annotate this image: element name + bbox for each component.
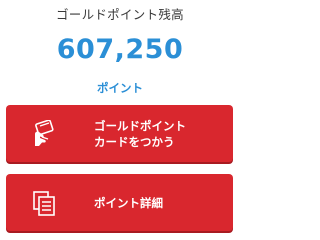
use-card-button-label: ゴールドポイント カードをつかう — [94, 118, 186, 150]
balance-title: ゴールドポイント残高 — [55, 7, 184, 22]
use-card-label-line1: ゴールドポイント — [94, 118, 186, 133]
hand-holding-card-icon — [32, 118, 56, 148]
balance-unit: ポイント — [97, 81, 143, 95]
use-card-label-line2: カードをつかう — [94, 134, 175, 149]
point-details-button-label: ポイント詳細 — [94, 195, 163, 211]
point-details-label: ポイント詳細 — [94, 195, 163, 210]
use-card-button[interactable]: ゴールドポイント カードをつかう — [6, 105, 233, 162]
point-details-button[interactable]: ポイント詳細 — [6, 174, 233, 231]
balance-amount: 607,250 — [56, 34, 184, 65]
documents-icon — [32, 189, 56, 217]
point-balance-screen: ゴールドポイント残高 607,250 ポイント ゴールドポイント カードをつかう — [0, 0, 240, 240]
